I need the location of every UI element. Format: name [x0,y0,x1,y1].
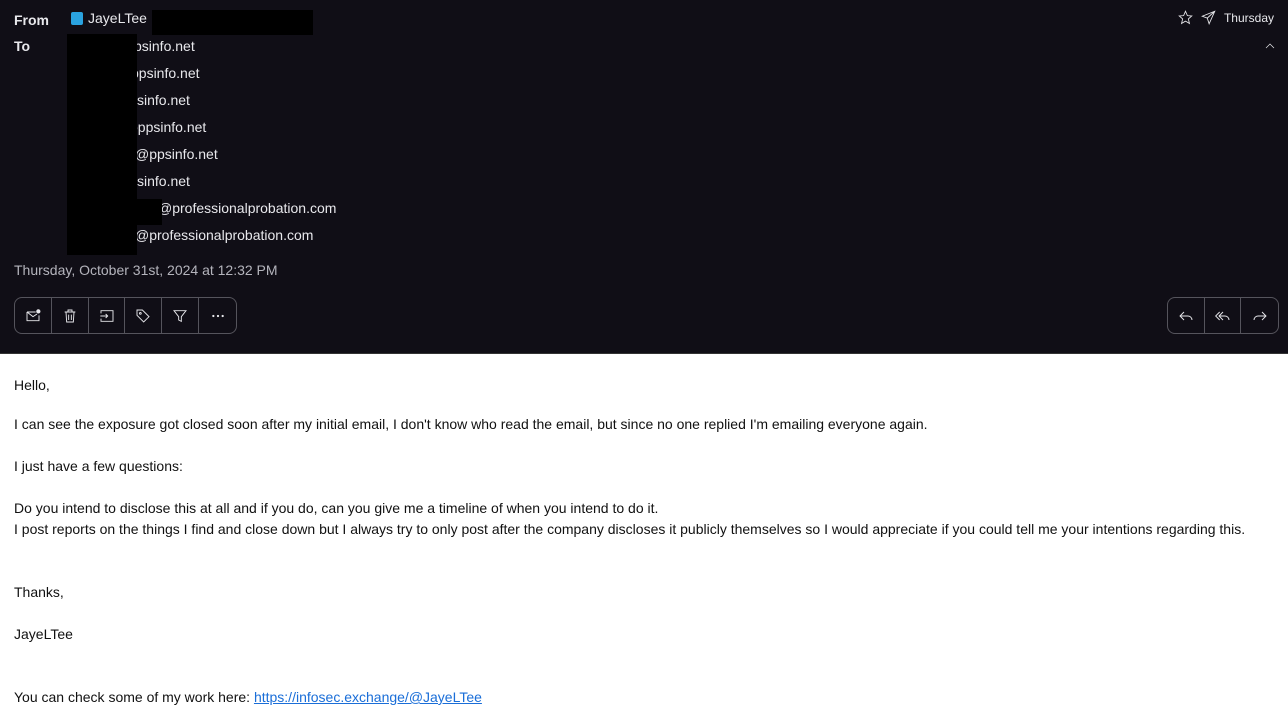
reply-toolbar [1167,297,1279,334]
reply-button[interactable] [1168,298,1205,333]
redaction [67,34,137,255]
link-prefix: You can check some of my work here: [14,689,254,705]
link-line: You can check some of my work here: http… [14,687,482,708]
star-icon[interactable] [1178,10,1193,25]
email-header: From To JayeLTee psinfo.net ppsinfo.net … [0,0,1288,354]
profile-link[interactable]: https://infosec.exchange/@JayeLTee [254,689,482,705]
greeting: Hello, [14,377,50,393]
recipient[interactable]: @professionalprobation.com [158,200,336,216]
trash-icon [64,309,76,322]
recipient[interactable]: sinfo.net [137,173,190,189]
reply-all-icon [1214,311,1229,320]
paragraph: I just have a few questions: [14,458,183,474]
recipient[interactable]: sinfo.net [137,92,190,108]
sender-name: JayeLTee [88,10,147,26]
sent-icon [1201,10,1216,25]
chevron-up-icon[interactable] [1264,40,1276,52]
signature: JayeLTee [14,626,73,642]
filter-button[interactable] [162,298,200,333]
action-toolbar [14,297,237,334]
paragraph: Do you intend to disclose this at all an… [14,500,659,516]
recipient[interactable]: oppsinfo.net [130,119,206,135]
tag-button[interactable] [125,298,163,333]
mark-unread-button[interactable] [15,298,52,333]
date-short: Thursday [1223,10,1274,25]
sender[interactable]: JayeLTee [71,10,147,26]
paragraph: I can see the exposure got closed soon a… [14,416,928,432]
reply-icon [1179,311,1193,320]
email-date: Thursday, October 31st, 2024 at 12:32 PM [14,262,278,278]
forward-button[interactable] [1241,298,1278,333]
forward-icon [1253,311,1267,320]
paragraph: I post reports on the things I find and … [14,521,1246,537]
redaction [137,199,162,225]
more-button[interactable] [199,298,236,333]
tag-icon [136,309,151,323]
to-label: To [14,38,31,54]
recipient[interactable]: psinfo.net [134,38,195,54]
closing: Thanks, [14,584,64,600]
more-icon [211,314,224,317]
reply-all-button[interactable] [1205,298,1242,333]
lock-icon [71,11,83,25]
filter-icon [173,309,188,322]
recipient[interactable]: @professionalprobation.com [135,227,313,243]
mail-unread-icon [26,308,41,321]
delete-button[interactable] [52,298,89,333]
move-button[interactable] [89,298,126,333]
recipient[interactable]: @ppsinfo.net [135,146,218,162]
redaction [152,10,313,35]
from-label: From [14,12,49,28]
move-to-folder-icon [99,309,114,322]
recipient[interactable]: ppsinfo.net [131,65,200,81]
